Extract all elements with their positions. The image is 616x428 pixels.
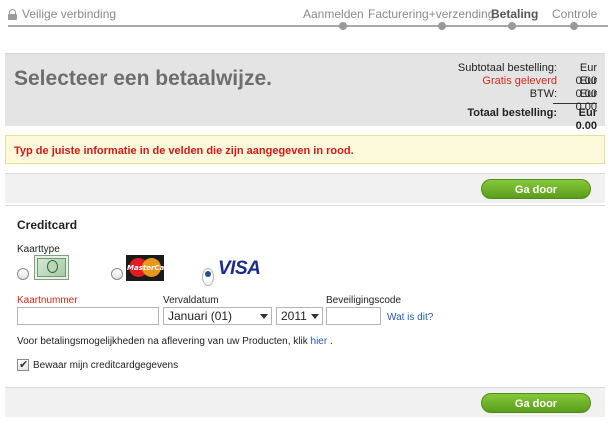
step-dot-aanmelden <box>339 22 347 30</box>
error-message: Typ de juiste informatie in de velden di… <box>14 145 354 157</box>
card-number-label: Kaartnummer <box>17 295 78 306</box>
security-code-label: Beveiligingscode <box>326 295 402 306</box>
step-betaling: Betaling <box>491 7 539 21</box>
expiry-year-value: 2011 <box>281 309 307 323</box>
progress-track <box>8 25 608 27</box>
subtotal-value: Eur 0.00 <box>575 62 597 87</box>
secure-connection-label: Veilige verbinding <box>22 7 117 21</box>
save-card-label: Bewaar mijn creditcardgegevens <box>33 360 179 371</box>
mastercard-icon: MasterCard <box>126 255 173 281</box>
radio-mastercard[interactable] <box>111 268 123 280</box>
step-dot-betaling <box>508 22 516 30</box>
step-facturering: Facturering+verzending <box>368 7 495 21</box>
step-dot-facturering <box>438 22 446 30</box>
order-totals: Subtotaal bestelling: Eur 0.00 Gratis gel… <box>457 62 597 132</box>
step-controle: Controle <box>552 7 598 21</box>
payment-info-text: Voor betalingsmogelijkheden na afleverin… <box>17 336 333 347</box>
expiry-label: Vervaldatum <box>163 295 219 306</box>
continue-bar-bottom: Ga door <box>5 387 605 417</box>
radio-amex[interactable] <box>17 268 29 280</box>
lock-icon <box>8 8 17 20</box>
creditcard-section: Creditcard Kaarttype MasterCard VISA Kaa… <box>5 205 605 385</box>
what-is-this-link[interactable]: Wat is dit? <box>387 312 433 323</box>
expiry-month-value: Januari (01) <box>168 309 233 323</box>
page-title: Selecteer een betaalwijze. <box>14 67 272 90</box>
visa-icon: VISA <box>218 258 261 279</box>
continue-button-bottom[interactable]: Ga door <box>481 393 591 413</box>
payment-info-label: Voor betalingsmogelijkheden na afleverin… <box>17 336 308 347</box>
continue-bar-top: Ga door <box>5 173 605 203</box>
shipping-value: Eur 0.00 <box>575 75 597 100</box>
card-type-label: Kaarttype <box>17 244 60 255</box>
creditcard-title: Creditcard <box>17 218 78 232</box>
secure-connection: Veilige verbinding <box>8 7 116 21</box>
step-dot-controle <box>570 22 578 30</box>
save-card-checkbox[interactable] <box>17 358 29 371</box>
shipping-label: Gratis geleverd <box>482 75 557 87</box>
expiry-month-select[interactable]: Januari (01) <box>163 307 272 325</box>
radio-visa[interactable] <box>202 268 214 286</box>
checkout-progress: Veilige verbinding Aanmelden Facturering… <box>0 0 616 34</box>
order-summary-panel: Selecteer een betaalwijze. Subtotaal bes… <box>5 53 605 132</box>
expiry-year-select[interactable]: 2011 <box>276 307 323 325</box>
payment-info-end: . <box>329 336 333 347</box>
chevron-down-icon <box>311 314 319 319</box>
total-label: Totaal bestelling: <box>467 107 557 119</box>
security-code-input[interactable] <box>326 307 381 325</box>
vat-label: BTW: <box>529 88 557 100</box>
step-aanmelden: Aanmelden <box>303 7 364 21</box>
subtotal-label: Subtotaal bestelling: <box>457 62 557 74</box>
amex-card-icon <box>34 255 69 280</box>
total-value: Eur 0.00 <box>575 107 597 132</box>
card-number-input[interactable] <box>17 307 159 325</box>
error-banner: Typ de juiste informatie in de velden di… <box>5 135 605 164</box>
chevron-down-icon <box>260 314 268 319</box>
continue-button-top[interactable]: Ga door <box>481 179 591 199</box>
vat-value: Eur 0.00 <box>575 88 597 113</box>
payment-info-link[interactable]: hier <box>311 336 328 347</box>
